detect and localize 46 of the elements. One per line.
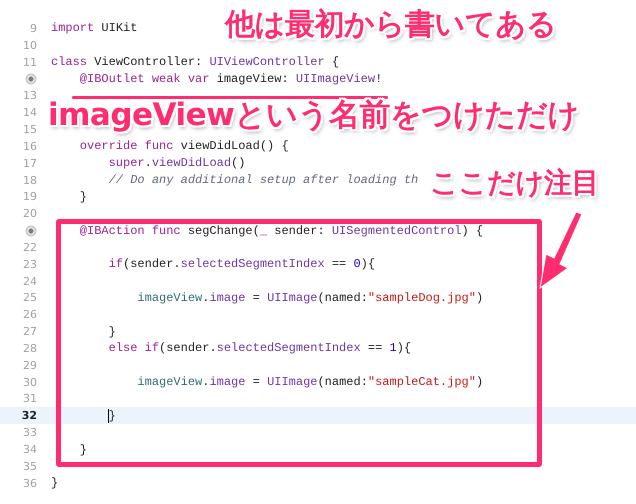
code-line: @IBOutlet weak var imageView: UIImageView! (78, 72, 382, 86)
line-number: 26 (23, 308, 37, 322)
line-number: 29 (23, 358, 37, 372)
code-line: } (51, 476, 58, 490)
annotation-text: imageViewという名前をつけただけ (48, 98, 579, 134)
code-line: import UIKit (51, 21, 138, 36)
line-number: 35 (23, 460, 37, 473)
line-number: 34 (23, 443, 37, 456)
line-number: 31 (23, 392, 37, 406)
line-number: 15 (23, 122, 37, 136)
code-line: class ViewController: UIViewController { (51, 55, 340, 70)
code-line: super.viewDidLoad() (108, 156, 246, 170)
line-number: 14 (23, 106, 37, 120)
line-number: 9 (30, 22, 37, 35)
code-line: } (78, 190, 88, 204)
line-number: 36 (23, 476, 37, 490)
line-number: 11 (23, 56, 37, 69)
line-number: 32 (22, 409, 37, 422)
code-line: imageView.image = UIImage(named:"sampleDog.jpg") (136, 290, 484, 305)
line-number: 10 (23, 38, 37, 52)
line-number: 24 (23, 274, 37, 288)
line-number: 20 (23, 207, 37, 220)
line-number: 30 (23, 376, 37, 389)
line-number: 18 (23, 174, 37, 187)
code-line: // Do any additional setup after loading th (108, 173, 418, 188)
line-number: 28 (23, 342, 37, 355)
annotation-text: ここだけ注目 (430, 167, 599, 200)
code-line: @IBAction func segChange(_ sender: UISegmentedControl) { (78, 224, 484, 238)
line-number: 17 (23, 156, 37, 170)
line-number: 13 (23, 89, 37, 102)
code-line: if(sender.selectedSegmentIndex == 0){ (108, 257, 376, 272)
line-number: 16 (23, 140, 37, 153)
line-number: 25 (23, 291, 37, 304)
line-number: 23 (23, 258, 37, 271)
line-number: 27 (23, 325, 37, 338)
code-line: } (108, 324, 116, 339)
line-number: 33 (23, 426, 37, 440)
annotation-text: 他は最初から書いてある (225, 8, 556, 42)
code-line: else if(sender.selectedSegmentIndex == 1){ (108, 341, 412, 356)
code-line: imageView.image = UIImage(named:"sampleCat.jpg") (136, 375, 484, 390)
code-line: } (78, 442, 88, 457)
line-number: 22 (23, 240, 37, 254)
code-line: override func viewDidLoad() { (78, 139, 289, 154)
code-line: } (106, 408, 116, 423)
line-number: 19 (23, 190, 37, 204)
arrow-icon (538, 212, 584, 292)
